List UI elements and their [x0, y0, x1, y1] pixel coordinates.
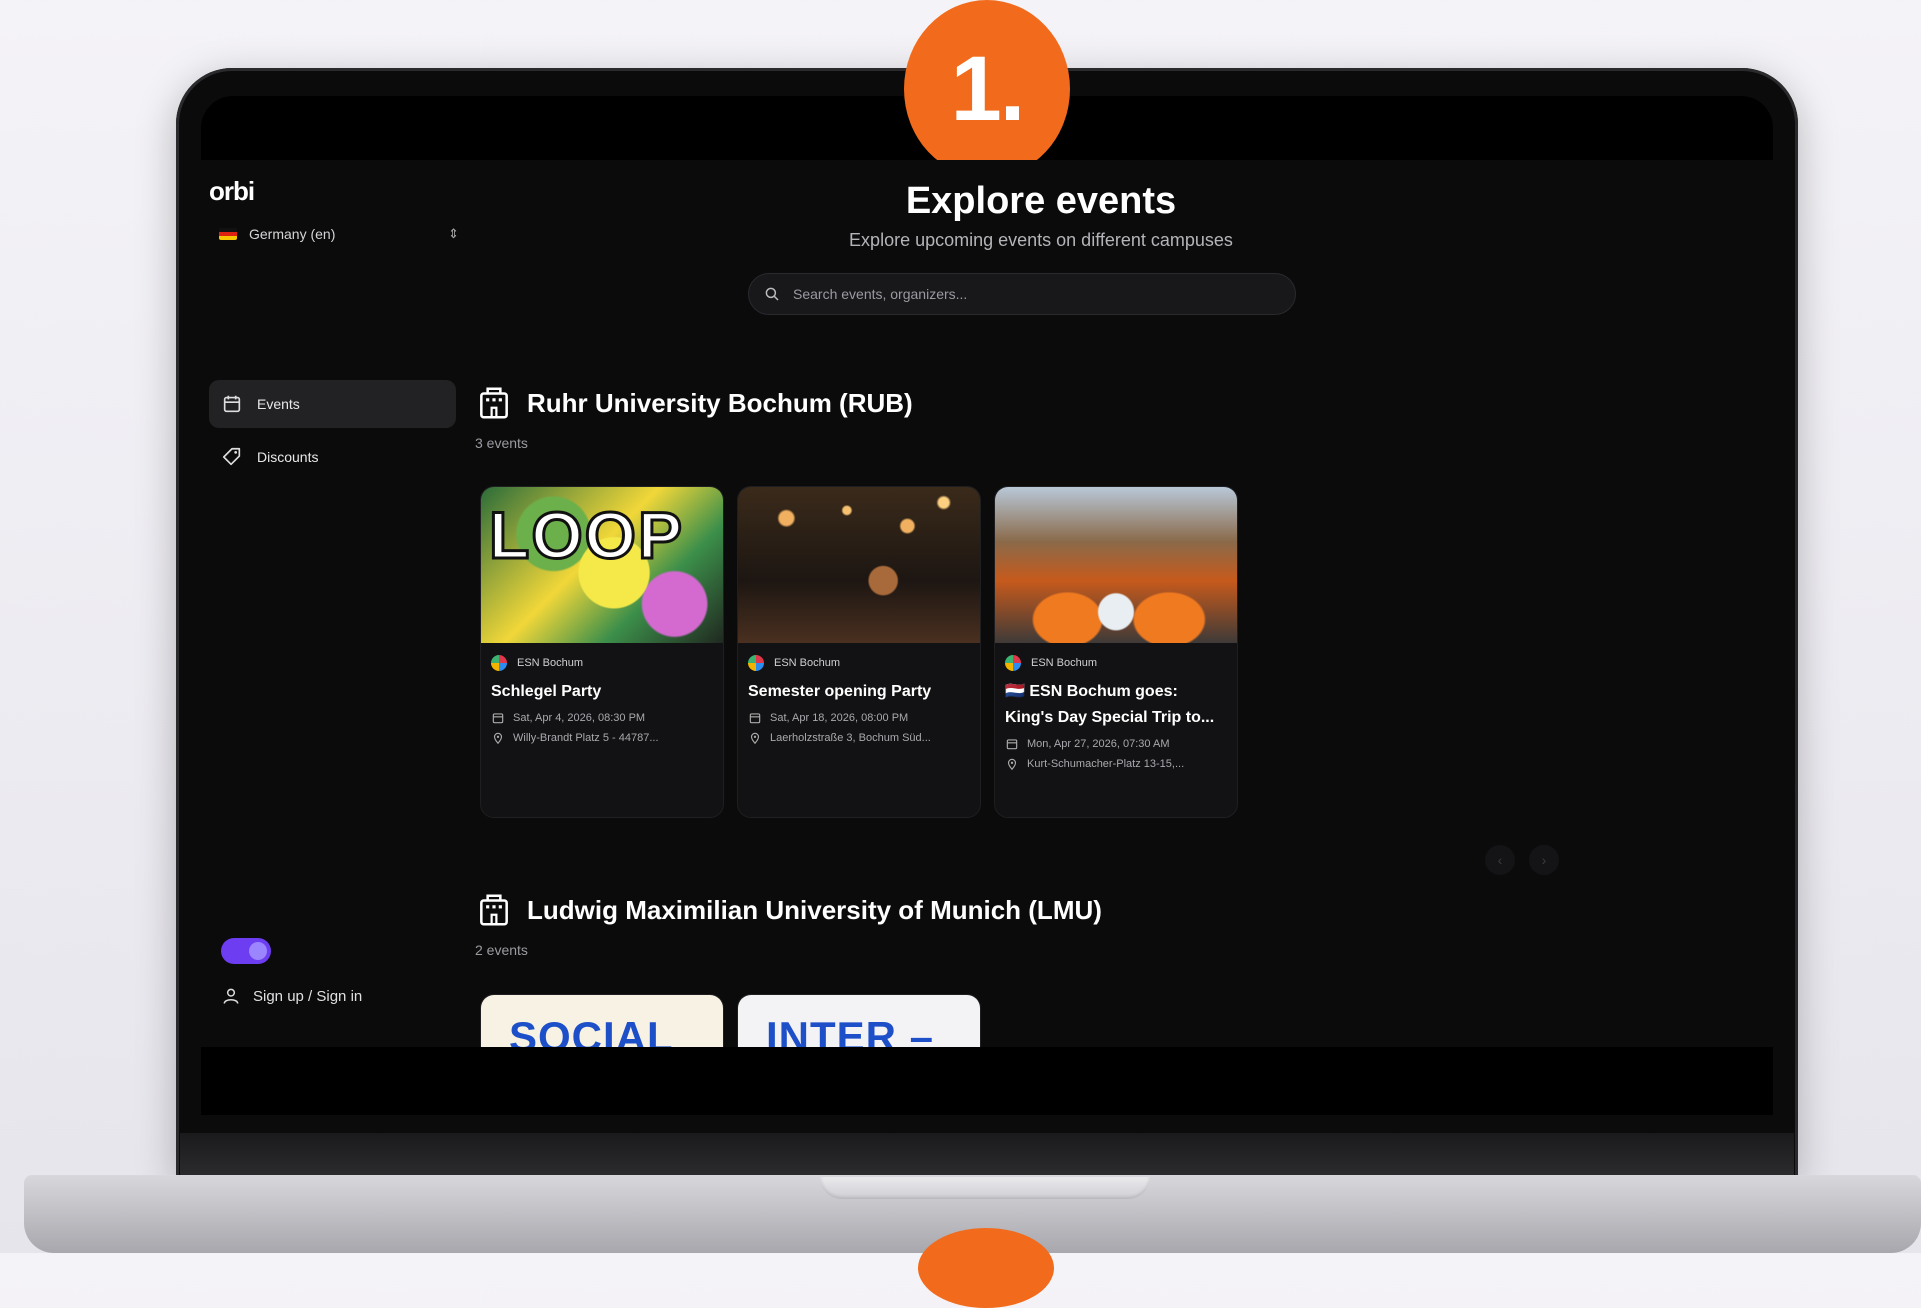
- campus-name: Ludwig Maximilian University of Munich (…: [527, 894, 1102, 925]
- esn-logo-icon: [491, 655, 507, 671]
- event-date: Sat, Apr 4, 2026, 08:30 PM: [491, 711, 713, 725]
- esn-logo-icon: [1005, 655, 1021, 671]
- map-pin-icon: [493, 732, 503, 745]
- event-image-text: INTER –: [766, 1013, 935, 1047]
- sidebar-item-discounts[interactable]: Discounts: [209, 433, 456, 481]
- chevron-left-icon: ‹: [1497, 852, 1503, 868]
- event-title: Semester opening Party: [748, 683, 932, 700]
- carousel-prev-button[interactable]: ‹: [1485, 845, 1515, 875]
- sidebar-item-events[interactable]: Events: [209, 380, 456, 428]
- step-badge-next: [918, 1228, 1054, 1308]
- event-card[interactable]: INTER –: [737, 994, 981, 1047]
- calendar-icon: [1006, 739, 1018, 750]
- event-date-text: Sat, Apr 4, 2026, 08:30 PM: [513, 712, 646, 724]
- event-organizer: ESN Bochum: [1005, 655, 1237, 671]
- search-input[interactable]: [791, 285, 1275, 303]
- app-logo[interactable]: orbi: [209, 176, 255, 207]
- step-badge: 1.: [904, 0, 1070, 178]
- organizer-name: ESN Bochum: [517, 657, 584, 669]
- signin-button[interactable]: Sign up / Sign in: [221, 986, 362, 1006]
- germany-flag-icon: [219, 228, 237, 240]
- event-card[interactable]: ESN Bochum Semester opening Party Sat, A…: [737, 486, 981, 818]
- search-icon: [765, 287, 779, 301]
- carousel-next-button[interactable]: ›: [1529, 845, 1559, 875]
- user-icon: [223, 988, 239, 1004]
- organizer-name: ESN Bochum: [774, 657, 841, 669]
- event-location: Kurt-Schumacher-Platz 13-15,...: [1005, 757, 1227, 771]
- screen-bezel-bottom: [201, 1047, 1773, 1115]
- sidebar-item-label: Events: [257, 396, 300, 412]
- event-count: 3 events: [475, 435, 528, 451]
- event-location-text: Willy-Brandt Platz 5 - 44787...: [513, 732, 659, 744]
- chevron-up-down-icon: ⇕: [448, 226, 459, 241]
- laptop-hinge: [180, 1133, 1794, 1175]
- page-subtitle: Explore upcoming events on different cam…: [849, 230, 1233, 250]
- map-pin-icon: [1007, 758, 1017, 771]
- event-date: Sat, Apr 18, 2026, 08:00 PM: [748, 711, 970, 725]
- building-icon: [480, 387, 508, 419]
- event-organizer: ESN Bochum: [748, 655, 980, 671]
- organizer-name: ESN Bochum: [1031, 657, 1098, 669]
- search-bar[interactable]: [748, 273, 1296, 315]
- signin-label: Sign up / Sign in: [253, 987, 363, 1005]
- esn-logo-icon: [748, 655, 764, 671]
- event-image-text: SOCIAL: [509, 1013, 674, 1047]
- event-image: LOOP: [481, 487, 723, 643]
- event-image: [738, 487, 980, 643]
- event-date-text: Mon, Apr 27, 2026, 07:30 AM: [1027, 738, 1170, 750]
- event-organizer: ESN Bochum: [491, 655, 723, 671]
- event-image: [995, 487, 1237, 643]
- event-date-text: Sat, Apr 18, 2026, 08:00 PM: [770, 712, 909, 724]
- step-badge-number: 1.: [950, 37, 1026, 140]
- event-location-text: Laerholzstraße 3, Bochum Süd...: [770, 732, 931, 744]
- calendar-icon: [492, 713, 504, 724]
- calendar-icon: [749, 713, 761, 724]
- toggle-knob: [249, 942, 267, 960]
- event-count: 2 events: [475, 942, 528, 958]
- calendar-icon: [223, 395, 241, 413]
- event-card[interactable]: SOCIAL: [480, 994, 724, 1047]
- laptop-base-notch: [820, 1177, 1150, 1199]
- region-selector[interactable]: Germany (en) ⇕: [219, 222, 459, 246]
- app-screen: orbi Germany (en) ⇕ Events Discounts Sig…: [201, 160, 1773, 1047]
- map-pin-icon: [750, 732, 760, 745]
- event-image: INTER –: [738, 995, 980, 1047]
- event-date: Mon, Apr 27, 2026, 07:30 AM: [1005, 737, 1227, 751]
- campus-heading: Ruhr University Bochum (RUB): [475, 384, 913, 422]
- campus-name: Ruhr University Bochum (RUB): [527, 387, 913, 418]
- region-label: Germany (en): [249, 226, 336, 242]
- event-image: SOCIAL: [481, 995, 723, 1047]
- building-icon: [480, 894, 508, 926]
- event-title: Schlegel Party: [491, 683, 602, 700]
- chevron-right-icon: ›: [1541, 852, 1547, 868]
- event-title: 🇳🇱 ESN Bochum goes: King's Day Special T…: [1005, 683, 1215, 726]
- event-location: Willy-Brandt Platz 5 - 44787...: [491, 731, 713, 745]
- theme-toggle[interactable]: [221, 938, 271, 964]
- event-location: Laerholzstraße 3, Bochum Süd...: [748, 731, 970, 745]
- event-card[interactable]: ESN Bochum 🇳🇱 ESN Bochum goes: King's Da…: [994, 486, 1238, 818]
- sidebar-item-label: Discounts: [257, 449, 319, 465]
- page-title: Explore events: [905, 180, 1177, 222]
- tag-icon: [222, 447, 241, 466]
- event-card[interactable]: LOOP ESN Bochum Schlegel Party Sat, Apr …: [480, 486, 724, 818]
- event-location-text: Kurt-Schumacher-Platz 13-15,...: [1027, 758, 1185, 770]
- event-image-text: LOOP: [487, 497, 685, 574]
- campus-heading: Ludwig Maximilian University of Munich (…: [475, 891, 1102, 929]
